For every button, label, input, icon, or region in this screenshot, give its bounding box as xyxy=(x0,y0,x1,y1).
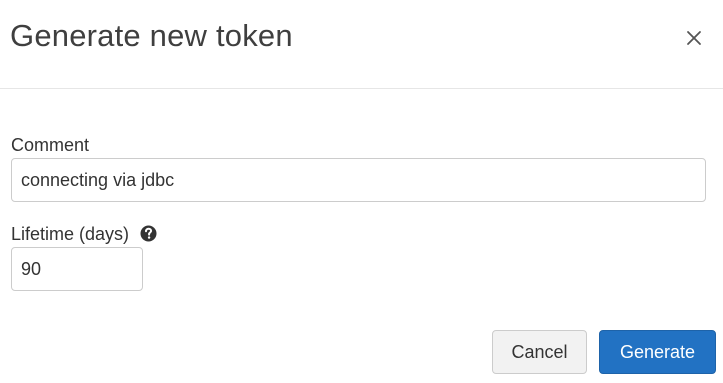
dialog-title: Generate new token xyxy=(10,18,293,53)
dialog-header: Generate new token xyxy=(0,0,723,89)
comment-input[interactable] xyxy=(11,158,706,202)
generate-button[interactable]: Generate xyxy=(599,330,716,374)
cancel-button[interactable]: Cancel xyxy=(492,330,587,374)
close-button[interactable] xyxy=(680,24,708,52)
comment-label: Comment xyxy=(11,134,89,156)
lifetime-label-text: Lifetime (days) xyxy=(11,224,130,244)
lifetime-label: Lifetime (days) xyxy=(11,223,157,247)
close-icon xyxy=(687,31,701,45)
question-circle-icon[interactable] xyxy=(140,225,157,247)
lifetime-input[interactable] xyxy=(11,247,143,291)
generate-token-dialog: Generate new token Comment Lifetime (day… xyxy=(0,0,723,383)
comment-label-text: Comment xyxy=(11,135,90,155)
